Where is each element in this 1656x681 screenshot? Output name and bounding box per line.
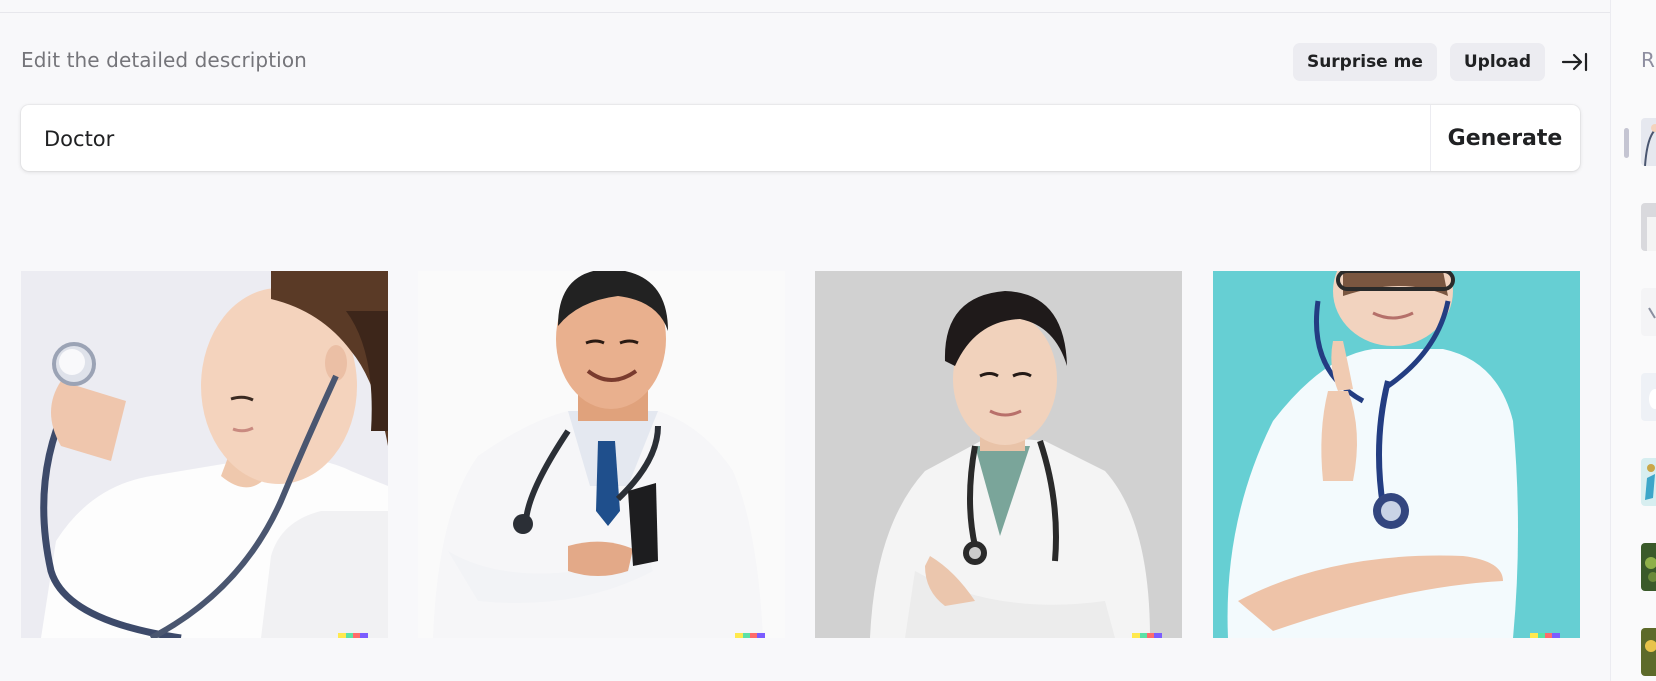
history-thumbnail[interactable]	[1641, 458, 1656, 506]
top-divider	[0, 0, 1610, 13]
surprise-me-button[interactable]: Surprise me	[1292, 43, 1437, 81]
history-thumbnail[interactable]	[1641, 628, 1656, 676]
editor-panel: Edit the detailed description Surprise m…	[0, 0, 1610, 681]
upload-button[interactable]: Upload	[1449, 43, 1545, 81]
prompt-bar: Generate	[21, 105, 1580, 173]
history-thumbnail[interactable]	[1641, 118, 1656, 166]
image-results-grid	[21, 271, 1581, 638]
editor-toolbar: Surprise me Upload	[1292, 43, 1592, 81]
collapse-icon[interactable]	[1558, 45, 1592, 79]
description-heading: Edit the detailed description	[21, 48, 307, 72]
result-image-3[interactable]	[815, 271, 1182, 638]
history-heading: R	[1641, 48, 1655, 72]
history-thumbnail[interactable]	[1641, 543, 1656, 591]
history-thumbnail[interactable]	[1641, 203, 1656, 251]
result-image-1[interactable]	[21, 271, 388, 638]
result-image-2[interactable]	[418, 271, 785, 638]
history-sidebar: R	[1610, 0, 1656, 681]
result-image-4[interactable]	[1213, 271, 1580, 638]
sidebar-scrollbar[interactable]	[1624, 128, 1629, 158]
history-thumbnail[interactable]	[1641, 373, 1656, 421]
history-thumbnail[interactable]	[1641, 288, 1656, 336]
generate-button[interactable]: Generate	[1430, 105, 1580, 171]
prompt-input[interactable]	[42, 105, 1426, 173]
